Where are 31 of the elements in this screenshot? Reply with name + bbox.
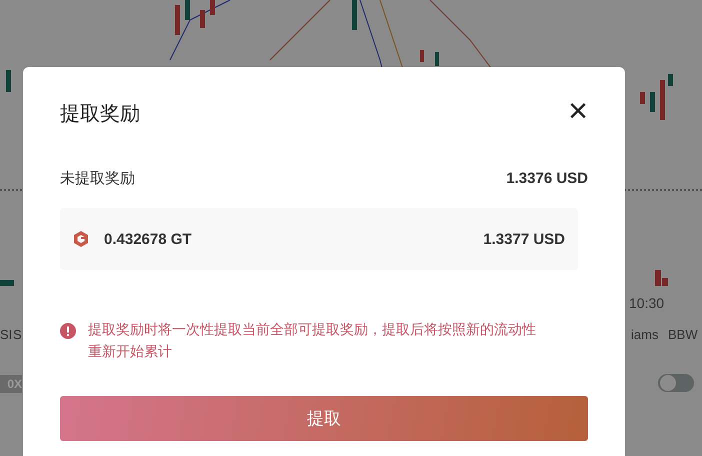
candle [660,80,665,120]
candle [650,92,655,112]
indicator-label: S [13,327,22,342]
token-logo-icon [72,230,90,248]
indicator-label: BBW [668,327,698,342]
claim-button[interactable]: 提取 [60,396,588,441]
unclaimed-label: 未提取奖励 [60,168,135,188]
warning-icon [60,323,76,339]
toggle-switch[interactable] [658,374,694,392]
candle [200,10,205,28]
candle [640,92,645,104]
candle [0,280,14,286]
moving-average-line [270,0,330,60]
candle [668,74,673,86]
candle [435,52,439,66]
token-value: 1.3377 USD [483,230,565,248]
candle [210,0,215,15]
notice-text: 提取奖励时将一次性提取当前全部可提取奖励，提取后将按照新的流动性重新开始累计 [88,320,537,361]
token-amount: 0.432678 GT [104,230,192,248]
close-button[interactable]: × [568,96,588,130]
candle [6,70,11,92]
dialog-title: 提取奖励 [60,102,140,126]
indicator-label: SI [0,327,12,342]
time-label: 10:30 [629,295,664,311]
candle [420,50,424,62]
moving-average-line [170,0,230,60]
candle [352,0,357,30]
indicator-label: iams [631,327,658,342]
candle [185,0,190,20]
candle [175,5,180,35]
unclaimed-value: 1.3376 USD [506,170,588,186]
